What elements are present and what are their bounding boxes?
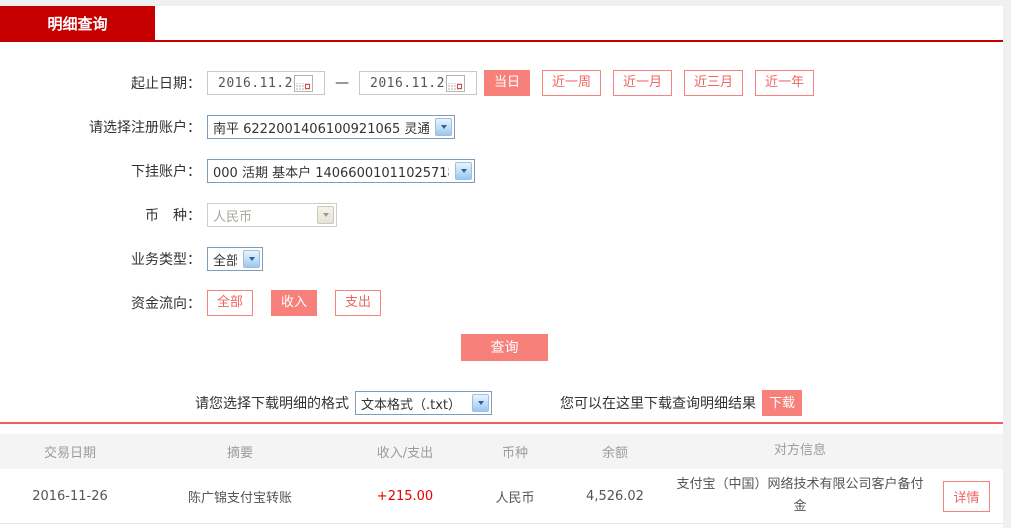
- register-account-select[interactable]: 南平 6222001406100921065 灵通卡: [207, 115, 455, 139]
- currency-value: 人民币: [213, 206, 311, 225]
- end-date-input[interactable]: [359, 71, 477, 95]
- table-row: 2016-11-26 陈广锦支付宝转账 +215.00 人民币 4,526.02…: [0, 469, 1003, 524]
- header-counterparty: 对方信息: [670, 440, 930, 462]
- currency-label: 币 种：: [0, 205, 207, 225]
- cell-balance: 4,526.02: [560, 489, 670, 504]
- query-button-row: 查询: [0, 334, 1003, 361]
- calendar-icon[interactable]: [294, 75, 313, 92]
- cell-date: 2016-11-26: [0, 489, 140, 504]
- fund-flow-label: 资金流向：: [0, 293, 207, 313]
- detail-query-page: 明细查询 起止日期： —: [0, 0, 1011, 528]
- download-row: 请您选择下载明细的格式 文本格式（.txt） 您可以在这里下载查询明细结果 下载: [0, 390, 1003, 416]
- register-account-label: 请选择注册账户：: [0, 117, 207, 137]
- register-account-value: 南平 6222001406100921065 灵通卡: [213, 118, 429, 137]
- sub-account-label: 下挂账户：: [0, 161, 207, 181]
- red-divider: [0, 422, 1003, 424]
- range-today-button[interactable]: 当日: [484, 70, 530, 96]
- start-date-value[interactable]: [218, 76, 294, 91]
- range-year-button[interactable]: 近一年: [755, 70, 814, 96]
- chevron-down-icon: [317, 206, 334, 224]
- download-format-value: 文本格式（.txt）: [361, 394, 466, 413]
- header-balance: 余额: [560, 442, 670, 461]
- calendar-icon[interactable]: [446, 75, 465, 92]
- cell-currency: 人民币: [470, 487, 560, 506]
- chevron-down-icon[interactable]: [472, 394, 489, 412]
- download-format-label: 请您选择下载明细的格式: [195, 393, 349, 413]
- cell-counterparty: 支付宝（中国）网络技术有限公司客户备付金: [670, 474, 930, 518]
- business-type-label: 业务类型：: [0, 249, 207, 269]
- chevron-down-icon[interactable]: [455, 162, 472, 180]
- query-button[interactable]: 查询: [461, 334, 548, 361]
- detail-button[interactable]: 详情: [943, 481, 989, 512]
- end-date-value[interactable]: [370, 76, 446, 91]
- cell-actions: 详情: [930, 481, 1003, 512]
- cell-summary: 陈广锦支付宝转账: [140, 487, 340, 506]
- header-date: 交易日期: [0, 442, 140, 461]
- download-format-select[interactable]: 文本格式（.txt）: [355, 391, 492, 415]
- results-table: 交易日期 摘要 收入/支出 币种 余额 对方信息 2016-11-26 陈广锦支…: [0, 434, 1003, 524]
- tab-detail-query[interactable]: 明细查询: [0, 6, 155, 42]
- table-header-row: 交易日期 摘要 收入/支出 币种 余额 对方信息: [0, 434, 1003, 469]
- sub-account-value: 000 活期 基本户 1406600101102571848: [213, 162, 449, 181]
- content-area: 明细查询 起止日期： —: [0, 6, 1003, 528]
- range-quarter-button[interactable]: 近三月: [684, 70, 743, 96]
- tab-bar: 明细查询: [0, 6, 1003, 42]
- start-date-input[interactable]: [207, 71, 325, 95]
- sub-account-row: 下挂账户： 000 活期 基本户 1406600101102571848: [0, 158, 1003, 184]
- business-type-select[interactable]: 全部: [207, 247, 263, 271]
- fund-flow-income-button[interactable]: 收入: [271, 290, 317, 316]
- chevron-down-icon[interactable]: [243, 250, 260, 268]
- business-type-row: 业务类型： 全部: [0, 246, 1003, 272]
- range-month-button[interactable]: 近一月: [613, 70, 672, 96]
- header-summary: 摘要: [140, 442, 340, 461]
- query-form: 起止日期： —: [0, 42, 1003, 361]
- business-type-value: 全部: [213, 250, 237, 269]
- cell-amount: +215.00: [340, 489, 470, 504]
- header-currency: 币种: [470, 442, 560, 461]
- download-button[interactable]: 下载: [762, 390, 802, 416]
- date-separator: —: [335, 75, 349, 91]
- sub-account-select[interactable]: 000 活期 基本户 1406600101102571848: [207, 159, 475, 183]
- currency-select: 人民币: [207, 203, 337, 227]
- date-range-row: 起止日期： —: [0, 70, 1003, 96]
- range-week-button[interactable]: 近一周: [542, 70, 601, 96]
- date-range-label: 起止日期：: [0, 73, 207, 93]
- fund-flow-all-button[interactable]: 全部: [207, 290, 253, 316]
- fund-flow-expense-button[interactable]: 支出: [335, 290, 381, 316]
- chevron-down-icon[interactable]: [435, 118, 452, 136]
- currency-row: 币 种： 人民币: [0, 202, 1003, 228]
- header-amount: 收入/支出: [340, 442, 470, 461]
- fund-flow-row: 资金流向： 全部 收入 支出: [0, 290, 1003, 316]
- right-strip: [1003, 0, 1011, 528]
- register-account-row: 请选择注册账户： 南平 6222001406100921065 灵通卡: [0, 114, 1003, 140]
- download-hint: 您可以在这里下载查询明细结果: [560, 393, 756, 413]
